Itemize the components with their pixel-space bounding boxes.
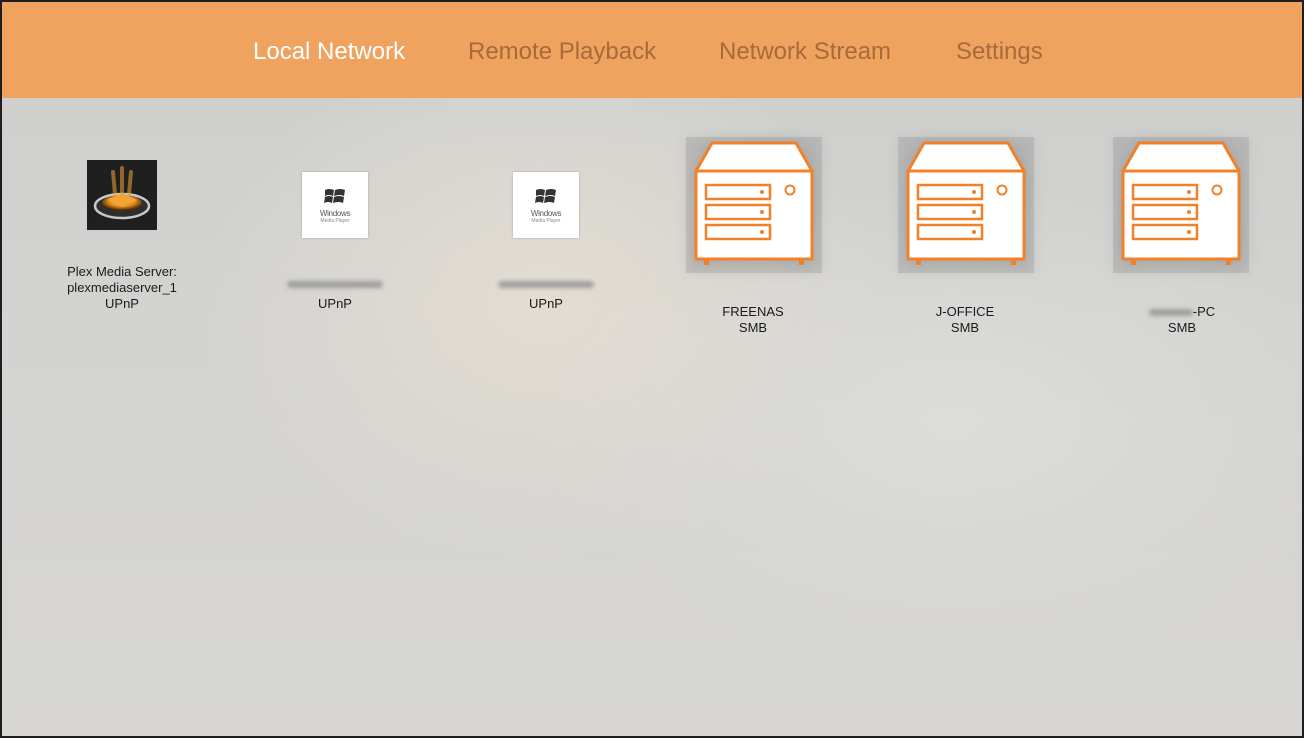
- device-protocol: UPnP: [529, 296, 563, 311]
- device-protocol: SMB: [738, 320, 768, 335]
- device-name: UPnP: [451, 276, 641, 312]
- tab-local-network[interactable]: Local Network: [253, 38, 405, 66]
- device-name: J-OFFICE SMB: [870, 304, 1060, 336]
- nas-server-icon: [898, 137, 1034, 273]
- device-tile-upnp-2[interactable]: Windows Media Player UPnP: [451, 170, 641, 320]
- device-protocol: UPnP: [318, 296, 352, 311]
- windows-media-player-icon: Windows Media Player: [302, 172, 368, 238]
- top-navigation-bar: Local Network Remote Playback Network St…: [2, 2, 1302, 98]
- plex-server-icon: [87, 160, 157, 230]
- tab-settings[interactable]: Settings: [956, 38, 1043, 66]
- device-tile-pc[interactable]: -PC SMB: [1087, 137, 1277, 347]
- device-name: -PC SMB: [1087, 304, 1277, 336]
- tab-network-stream[interactable]: Network Stream: [719, 38, 891, 66]
- obscured-device-name: [498, 281, 594, 289]
- device-protocol: SMB: [1167, 320, 1197, 335]
- device-tile-j-office[interactable]: J-OFFICE SMB: [870, 137, 1060, 347]
- app-window: Local Network Remote Playback Network St…: [0, 0, 1304, 738]
- obscured-device-name: [287, 281, 383, 289]
- device-tile-upnp-1[interactable]: Windows Media Player UPnP: [240, 170, 430, 320]
- device-name: FREENAS SMB: [658, 304, 848, 336]
- obscured-device-name: [1148, 309, 1193, 317]
- device-protocol: SMB: [950, 320, 980, 335]
- device-name: Plex Media Server: plexmediaserver_1 UPn…: [27, 264, 217, 312]
- nas-server-icon: [1113, 137, 1249, 273]
- tab-remote-playback[interactable]: Remote Playback: [468, 38, 656, 66]
- windows-media-player-icon: Windows Media Player: [513, 172, 579, 238]
- device-tile-plex-media-server[interactable]: Plex Media Server: plexmediaserver_1 UPn…: [27, 160, 217, 330]
- device-tile-freenas[interactable]: FREENAS SMB: [658, 137, 848, 347]
- device-protocol: UPnP: [105, 296, 139, 311]
- nas-server-icon: [686, 137, 822, 273]
- device-name: UPnP: [240, 276, 430, 312]
